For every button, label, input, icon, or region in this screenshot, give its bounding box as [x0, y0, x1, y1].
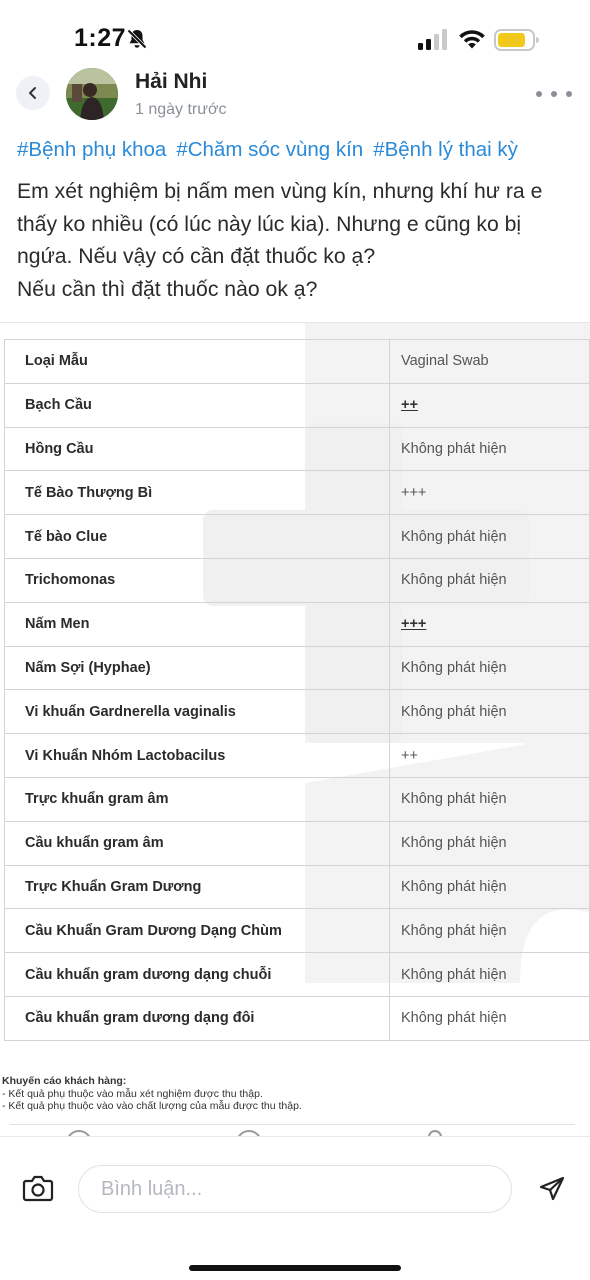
test-name: Nấm Sợi (Hyphae): [4, 645, 390, 691]
test-value: Không phát hiện: [389, 776, 590, 822]
test-name: Cầu khuẩn gram dương dạng chuỗi: [4, 952, 390, 997]
comment-input[interactable]: Bình luận...: [78, 1165, 512, 1213]
more-dots-icon: [566, 91, 572, 97]
advisory-line: - Kết quả phụ thuộc vào vào chất lượng c…: [2, 1100, 302, 1112]
send-icon[interactable]: [538, 1175, 566, 1203]
table-row: Vi khuẩn Gardnerella vaginalis Không phát…: [4, 689, 590, 735]
test-name: Cầu khuẩn gram dương dạng đôi: [4, 995, 390, 1041]
home-indicator: [189, 1265, 401, 1271]
test-name: Loại Mẫu: [4, 339, 390, 384]
status-time: 1:27: [74, 24, 127, 52]
wifi-icon: [459, 30, 485, 49]
test-value: ++: [389, 382, 590, 428]
table-row: Trực Khuẩn Gram Dương Không phát hiện: [4, 864, 590, 910]
mute-icon: [127, 29, 147, 49]
hashtag-link[interactable]: #Bệnh phụ khoa: [17, 138, 166, 162]
advisory-line: - Kết quả phụ thuộc vào mẫu xét nghiệm đ…: [2, 1087, 263, 1100]
comment-composer: Bình luận...: [0, 1136, 590, 1280]
table-row: Bạch Cầu ++: [4, 382, 590, 428]
test-value: +++: [389, 470, 590, 516]
test-value: Không phát hiện: [389, 645, 590, 691]
avatar-image: [66, 68, 118, 120]
author-name[interactable]: Hải Nhi: [135, 70, 207, 94]
post-body: Em xét nghiệm bị nấm men vùng kín, nhưng…: [17, 176, 577, 306]
table-row: Cầu khuẩn gram dương dạng chuỗi Không phá…: [4, 952, 590, 997]
post-body-line: ngứa. Nếu vậy có cần đặt thuốc ko ạ?: [17, 245, 376, 268]
status-bar: 1:27: [0, 0, 590, 72]
test-name: Trực khuẩn gram âm: [4, 776, 390, 822]
test-value: Không phát hiện: [389, 952, 590, 997]
test-name: Bạch Cầu: [4, 382, 390, 428]
test-value: Không phát hiện: [389, 995, 590, 1041]
lab-result-table: Loại Mẫu Vaginal Swab Bạch Cầu ++ Hồng Cầu…: [4, 339, 590, 1041]
test-value: Không phát hiện: [389, 514, 590, 559]
table-row: Tế bào Clue Không phát hiện: [4, 514, 590, 559]
test-name: Trichomonas: [4, 557, 390, 603]
chevron-left-icon: [29, 87, 36, 99]
test-name: Cầu khuẩn gram âm: [4, 820, 390, 866]
hashtag-link[interactable]: #Bệnh lý thai kỳ: [373, 138, 518, 162]
table-row: Trực khuẩn gram âm Không phát hiện: [4, 776, 590, 822]
table-row: Nấm Men +++: [4, 601, 590, 647]
test-value: Không phát hiện: [389, 864, 590, 910]
post-body-line: thấy ko nhiều (có lúc này lúc kia). Nhưn…: [17, 212, 522, 236]
test-name: Vi Khuẩn Nhóm Lactobacilus: [4, 733, 390, 778]
post-body-line: Em xét nghiệm bị nấm men vùng kín, nhưng…: [17, 180, 543, 203]
test-name: Trực Khuẩn Gram Dương: [4, 864, 390, 910]
advisory-title: Khuyến cáo khách hàng:: [2, 1075, 127, 1087]
test-name: Cầu Khuẩn Gram Dương Dạng Chùm: [4, 908, 390, 954]
test-value: Không phát hiện: [389, 820, 590, 866]
table-row: Tế Bào Thượng Bì +++: [4, 470, 590, 516]
more-dots-icon: [551, 91, 557, 97]
back-button[interactable]: [16, 76, 50, 110]
camera-icon[interactable]: [22, 1173, 54, 1203]
test-name: Hồng Cầu: [4, 426, 390, 472]
test-value: +++: [389, 601, 590, 647]
avatar[interactable]: [66, 68, 118, 120]
table-row: Nấm Sợi (Hyphae) Không phát hiện: [4, 645, 590, 691]
comment-placeholder: Bình luận...: [101, 1177, 203, 1200]
table-row: Cầu Khuẩn Gram Dương Dạng Chùm Không phát…: [4, 908, 590, 954]
more-options-button[interactable]: [536, 84, 572, 104]
hashtag-link[interactable]: #Chăm sóc vùng kín: [176, 138, 363, 162]
post-time: 1 ngày trước: [135, 101, 227, 118]
hashtag-list: #Bệnh phụ khoa #Chăm sóc vùng kín #Bệnh …: [17, 138, 587, 162]
table-row: Loại Mẫu Vaginal Swab: [4, 339, 590, 384]
table-row: Hồng Cầu Không phát hiện: [4, 426, 590, 472]
test-name: Nấm Men: [4, 601, 390, 647]
test-value: Không phát hiện: [389, 908, 590, 954]
test-value: ++: [389, 733, 590, 778]
test-value: Không phát hiện: [389, 689, 590, 735]
lab-result-image[interactable]: Loại Mẫu Vaginal Swab Bạch Cầu ++ Hồng Cầu…: [0, 322, 590, 1124]
customer-advisory: Khuyến cáo khách hàng: - Kết quả phụ thu…: [2, 1075, 582, 1124]
test-name: Tế bào Clue: [4, 514, 390, 559]
battery-icon: [494, 29, 539, 51]
table-row: Vi Khuẩn Nhóm Lactobacilus ++: [4, 733, 590, 778]
test-value: Không phát hiện: [389, 426, 590, 472]
table-row: Cầu khuẩn gram âm Không phát hiện: [4, 820, 590, 866]
post-body-line: Nếu cần thì đặt thuốc nào ok ạ?: [17, 277, 318, 301]
signal-icon: [418, 29, 447, 50]
table-row: Cầu khuẩn gram dương dạng đôi Không phát …: [4, 995, 590, 1041]
test-name: Tế Bào Thượng Bì: [4, 470, 390, 516]
test-name: Vi khuẩn Gardnerella vaginalis: [4, 689, 390, 735]
more-dots-icon: [536, 91, 542, 97]
test-value: Vaginal Swab: [389, 339, 590, 384]
test-value: Không phát hiện: [389, 557, 590, 603]
table-row: Trichomonas Không phát hiện: [4, 557, 590, 603]
